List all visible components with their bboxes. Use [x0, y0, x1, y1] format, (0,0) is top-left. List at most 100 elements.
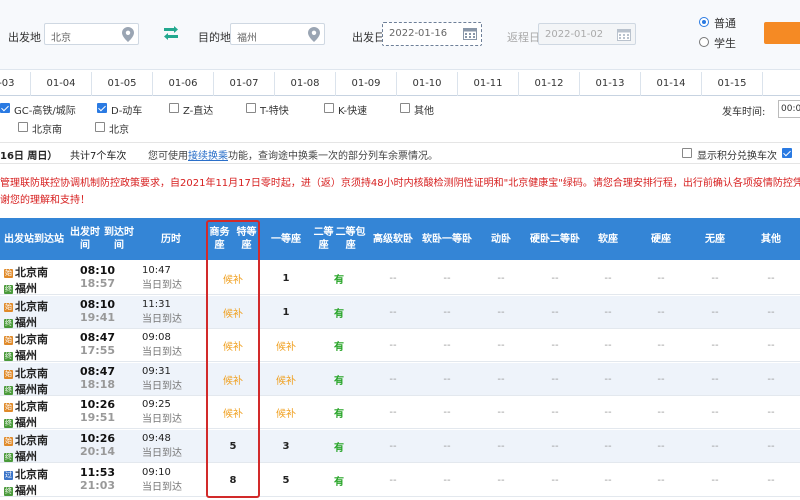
- train-type-checkbox[interactable]: [97, 103, 107, 113]
- transfer-link[interactable]: 接续换乘: [188, 151, 228, 162]
- seat-availability-cell: --: [657, 273, 665, 284]
- from-station-value: 北京: [51, 33, 71, 44]
- train-type-label: K-快速: [338, 106, 368, 117]
- time-cell: 08:10 19:41: [80, 298, 115, 324]
- seat-availability-cell: --: [767, 340, 775, 352]
- seat-availability-cell[interactable]: 有: [312, 430, 366, 463]
- time-cell: 08:47 18:18: [80, 365, 115, 391]
- query-button[interactable]: [764, 22, 800, 44]
- ticket-type-student-label: 学生: [714, 37, 736, 50]
- date-tab[interactable]: 01-08: [275, 72, 336, 96]
- seat-availability-cell: --: [443, 441, 451, 452]
- from-station-badge-icon: 始: [4, 437, 13, 446]
- seat-availability-cell: --: [551, 407, 559, 419]
- duration: 09:08: [142, 332, 171, 344]
- seat-availability-cell[interactable]: 有: [312, 329, 366, 362]
- date-tab[interactable]: 01-11: [458, 72, 519, 96]
- duration-cell: 09:31 当日到达: [142, 366, 182, 392]
- seat-availability-cell: --: [389, 474, 397, 486]
- return-date-input[interactable]: 2022-01-02: [538, 23, 636, 45]
- train-type-checkbox[interactable]: [169, 103, 179, 113]
- time-cell: 11:53 21:03: [80, 466, 115, 492]
- seat-availability-cell: --: [389, 407, 397, 419]
- calendar-icon: [463, 28, 477, 40]
- from-station: 北京南: [15, 333, 48, 347]
- date-tab[interactable]: 01-09: [336, 72, 397, 96]
- from-station: 北京南: [15, 467, 48, 481]
- from-station: 北京南: [15, 400, 48, 414]
- seat-availability-cell: --: [443, 474, 451, 486]
- from-station-badge-icon: 始: [4, 403, 13, 413]
- column-header[interactable]: 历时: [136, 218, 206, 260]
- seat-availability-cell: --: [711, 407, 719, 419]
- duration: 09:10: [142, 466, 171, 478]
- show-points-trains-checkbox[interactable]: [682, 148, 692, 158]
- seat-availability-cell[interactable]: 有: [312, 262, 366, 295]
- date-tab[interactable]: 01-14: [641, 72, 702, 96]
- seat-availability-cell: --: [604, 340, 612, 352]
- arrival-day: 当日到达: [142, 481, 182, 493]
- epidemic-notice: 管理联防联控协调机制防控政策要求，自2021年11月17日零时起，进（返）京须持…: [0, 175, 800, 215]
- to-station: 福州: [15, 416, 37, 430]
- duration-cell: 09:10 当日到达: [142, 467, 182, 493]
- seat-availability-cell: --: [657, 306, 665, 318]
- arrive-time: 18:57: [80, 277, 116, 290]
- seat-availability-cell: --: [657, 474, 665, 486]
- to-station-badge-icon: 终: [4, 318, 13, 328]
- date-tab[interactable]: 01-13: [580, 72, 641, 96]
- seat-availability-cell: --: [657, 340, 665, 352]
- seat-availability-cell[interactable]: 有: [312, 363, 366, 396]
- date-tab[interactable]: 01-04: [31, 72, 92, 96]
- column-header: 软座: [598, 233, 618, 245]
- date-tab[interactable]: 01-05: [92, 72, 153, 96]
- table-row: 始北京南终福州南 08:47 18:18 09:31 当日到达 候补 候补有 -- -- -- --…: [0, 362, 800, 396]
- seat-availability-cell: --: [711, 441, 719, 452]
- seat-availability-cell[interactable]: 候补: [260, 396, 312, 429]
- search-bar: 出发地 北京 目的地 福州 出发日 2022-01-16 返程日 2022-01…: [0, 0, 800, 70]
- date-tab[interactable]: 01-07: [214, 72, 275, 96]
- station-filter-checkbox[interactable]: [95, 122, 105, 132]
- seat-availability-cell[interactable]: 有: [312, 464, 366, 497]
- extra-option-checkbox[interactable]: [782, 148, 792, 158]
- column-header[interactable]: 出发时间 到达时间: [68, 218, 136, 260]
- seat-availability-cell: --: [497, 373, 505, 385]
- seat-availability-cell: --: [711, 306, 719, 318]
- depart-time: 08:10: [80, 297, 116, 311]
- seat-availability-cell[interactable]: 候补: [260, 363, 312, 396]
- date-tab[interactable]: 01-10: [397, 72, 458, 96]
- date-tab[interactable]: 01-12: [519, 72, 580, 96]
- from-station-badge-icon: 始: [4, 269, 13, 278]
- date-tab[interactable]: 01-06: [153, 72, 214, 96]
- duration: 09:25: [142, 399, 171, 411]
- date-tab[interactable]: 01-03: [0, 72, 31, 96]
- train-type-checkbox[interactable]: [246, 103, 256, 113]
- seat-availability-cell[interactable]: 有: [312, 396, 366, 429]
- date-tab[interactable]: 01-15: [702, 72, 763, 96]
- depart-date-input[interactable]: 2022-01-16: [382, 22, 482, 46]
- seat-availability-cell[interactable]: 有: [312, 296, 366, 329]
- depart-date-value: 2022-01-16: [389, 28, 448, 39]
- from-station-input[interactable]: 北京: [44, 23, 139, 45]
- depart-time-select[interactable]: 00:0: [778, 100, 800, 118]
- to-label: 目的地: [198, 31, 231, 44]
- column-header[interactable]: 出发站 到达站: [0, 218, 68, 260]
- swap-stations-icon[interactable]: [163, 26, 179, 40]
- seat-availability-cell: --: [389, 340, 397, 352]
- table-row: 始北京南终福州 10:26 19:51 09:25 当日到达 候补 候补有 -- -- -- -- -…: [0, 396, 800, 430]
- notice-line-1: 管理联防联控协调机制防控政策要求，自2021年11月17日零时起，进（返）京须持…: [0, 178, 800, 189]
- train-type-label: D-动车: [111, 106, 143, 117]
- ticket-type-normal-radio[interactable]: [699, 17, 709, 27]
- station-filter-checkbox[interactable]: [18, 122, 28, 132]
- train-type-checkbox[interactable]: [324, 103, 334, 113]
- arrival-day: 当日到达: [142, 313, 182, 325]
- seat-availability-cell: --: [604, 474, 612, 486]
- result-summary: 16日 周日） 共计7个车次 您可使用接续换乘功能，查询途中换乘一次的部分列车余…: [0, 142, 800, 164]
- train-type-checkbox[interactable]: [400, 103, 410, 113]
- train-type-checkbox[interactable]: [0, 103, 10, 113]
- ticket-type-student-radio[interactable]: [699, 37, 709, 47]
- seat-availability-cell: --: [389, 441, 397, 452]
- seat-availability-cell[interactable]: 候补: [260, 329, 312, 362]
- to-station-input[interactable]: 福州: [230, 23, 325, 45]
- to-station-badge-icon: 终: [4, 419, 13, 429]
- arrive-time: 19:51: [80, 411, 116, 425]
